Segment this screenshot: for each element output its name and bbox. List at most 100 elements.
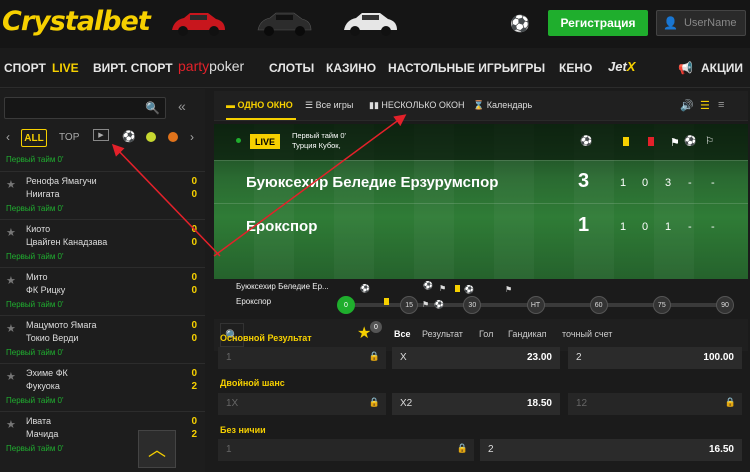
soccer-ball-icon[interactable]: ⚽ [510, 14, 530, 34]
filter-correct-score[interactable]: точный счет [562, 329, 612, 339]
lock-icon: 🔒 [456, 443, 468, 453]
filter-all[interactable]: Все [394, 329, 411, 339]
lock-icon: 🔒 [724, 397, 736, 407]
odd-button-1-locked[interactable]: 1 🔒 [218, 347, 386, 369]
sound-icon[interactable]: 🔊 [680, 99, 694, 112]
filter-result[interactable]: Результат [422, 329, 463, 339]
nav-jetx[interactable]: JetX [608, 59, 635, 74]
live-dot-icon [236, 138, 241, 143]
nav-virtual-sport[interactable]: ВИРТ. СПОРТ [93, 61, 173, 75]
home-score: 0 [191, 416, 197, 427]
sidebar-match-row[interactable]: ★ Мито ФК Рицку 0 0 Первый тайм 0' [0, 267, 205, 315]
goal-event-icon: ⚽ [464, 285, 474, 294]
nav-casino[interactable]: КАЗИНО [326, 61, 376, 75]
nav-sport[interactable]: СПОРТ [4, 61, 46, 75]
active-tab-underline [226, 118, 296, 120]
market-title-draw-no-bet: Без ничии [220, 425, 266, 435]
odd-button-2[interactable]: 2 100.00 [568, 347, 742, 369]
tab-one-window[interactable]: ▬ ОДНО ОКНО [226, 100, 293, 110]
tab-top[interactable]: TOP [59, 132, 79, 143]
odd-label: 1 [226, 352, 232, 363]
red-card-icon [648, 137, 654, 146]
scroll-top-button[interactable]: ︿ [138, 430, 176, 468]
tab-all[interactable]: ALL [21, 129, 47, 147]
soccer-icon[interactable]: ⚽ [122, 130, 136, 143]
sidebar-match-row[interactable]: ★ Эхиме ФК Фукуока 0 2 Первый тайм 0' [0, 363, 205, 411]
tab-one-window-label: ОДНО ОКНО [237, 100, 293, 110]
yellow-card-event-icon [384, 298, 389, 305]
timeline-tick: 30 [463, 296, 482, 314]
star-icon[interactable]: ★ [6, 322, 16, 335]
chevron-left-icon[interactable]: ‹ [6, 130, 10, 144]
odd-button-dnb-1-locked[interactable]: 1 🔒 [218, 439, 474, 461]
stat-cell: - [688, 221, 692, 233]
odd-button-x2[interactable]: X2 18.50 [392, 393, 560, 415]
main-panel: ▬ ОДНО ОКНО ☰ Все игры ▮▮ НЕСКОЛЬКО ОКОН… [214, 91, 748, 472]
top-bar: Crystalbet ⚽ Регистрация 👤 UserName [0, 0, 750, 48]
away-score: 2 [191, 429, 197, 440]
odd-button-dnb-2[interactable]: 2 16.50 [480, 439, 742, 461]
sidebar-match-row[interactable]: ★ Ренофа Ямагучи Ниигата 0 0 Первый тайм 0' [0, 171, 205, 219]
away-team: Токио Верди [26, 333, 79, 343]
username-field[interactable]: 👤 UserName [656, 10, 746, 36]
tab-multi-window[interactable]: ▮▮ НЕСКОЛЬКО ОКОН [369, 100, 465, 111]
nav-promotions[interactable]: АКЦИИ [701, 61, 743, 75]
star-icon[interactable]: ★ [6, 418, 16, 431]
megaphone-icon: 📢 [678, 61, 693, 75]
stat-cell: 1 [620, 177, 627, 189]
sidebar-match-row[interactable]: ★ Киото Цвайген Канадзава 0 0 Первый тайм 0' [0, 219, 205, 267]
odd-label: 12 [576, 398, 588, 409]
penalty-icon: ⚐ [705, 136, 714, 147]
list-view-icon[interactable]: ☰ [700, 99, 710, 112]
sidebar-match-row[interactable]: ★ Мацумото Ямага Токио Верди 0 0 Первый тайм … [0, 315, 205, 363]
logo[interactable]: Crystalbet [2, 6, 151, 37]
tab-calendar[interactable]: ⌛ Календарь [473, 100, 532, 111]
home-team: Ренофа Ямагучи [26, 176, 97, 186]
home-score: 0 [191, 224, 197, 235]
nav-table-games[interactable]: НАСТОЛЬНЫЕ ИГРЫ [388, 61, 513, 75]
odd-button-12-locked[interactable]: 12 🔒 [568, 393, 742, 415]
nav-live[interactable]: LIVE [52, 61, 79, 75]
tab-all-games[interactable]: ☰ Все игры [305, 100, 353, 111]
video-icon[interactable]: ▶ [93, 129, 109, 141]
star-icon[interactable]: ★ [6, 178, 16, 191]
car-white-image [344, 13, 397, 36]
lock-icon: 🔒 [368, 351, 380, 361]
event-period: Первый тайм 0' [292, 131, 346, 140]
nav-games[interactable]: ИГРЫ [510, 61, 545, 75]
nav-partypoker[interactable]: partypoker [178, 58, 244, 74]
filter-handicap[interactable]: Гандикап [508, 329, 547, 339]
away-score: 0 [191, 237, 197, 248]
match-period: Первый тайм 0' [6, 252, 64, 261]
star-icon[interactable]: ★ [6, 370, 16, 383]
nav-keno[interactable]: КЕНО [559, 61, 592, 75]
sidebar-filter-tabs: ‹ ALL TOP ▶ ⚽ › [0, 129, 205, 153]
sidebar-search-input[interactable]: 🔍 [4, 97, 166, 119]
menu-icon[interactable]: ≡ [718, 99, 724, 111]
basketball-icon[interactable] [168, 132, 178, 142]
odd-label: X [400, 352, 407, 363]
star-icon[interactable]: ★ [6, 226, 16, 239]
star-icon[interactable]: ★ [6, 274, 16, 287]
filter-goal[interactable]: Гол [479, 329, 493, 339]
tennis-icon[interactable] [146, 132, 156, 142]
home-score: 3 [578, 170, 590, 192]
goal-event-icon: ⚽ [423, 281, 433, 290]
timeline-home-team: Буюксехир Беледие Ер... [236, 282, 329, 291]
away-score: 1 [578, 214, 590, 236]
collapse-icon[interactable]: « [178, 98, 186, 114]
away-team: Мачида [26, 429, 59, 439]
register-button[interactable]: Регистрация [548, 10, 648, 36]
nav-slots[interactable]: СЛОТЫ [269, 61, 314, 75]
odd-label: 1X [226, 398, 239, 409]
odd-value: 16.50 [708, 444, 734, 455]
home-score: 0 [191, 368, 197, 379]
odd-button-x[interactable]: X 23.00 [392, 347, 560, 369]
odd-button-1x-locked[interactable]: 1X 🔒 [218, 393, 386, 415]
chevron-right-icon[interactable]: › [190, 130, 194, 144]
live-badge: LIVE [250, 134, 280, 149]
timeline-away-team: Ерокспор [236, 297, 272, 306]
home-team: Мацумото Ямага [26, 320, 97, 330]
timeline-tick: 75 [652, 296, 671, 314]
corner-event-icon: ⚑ [422, 300, 430, 309]
